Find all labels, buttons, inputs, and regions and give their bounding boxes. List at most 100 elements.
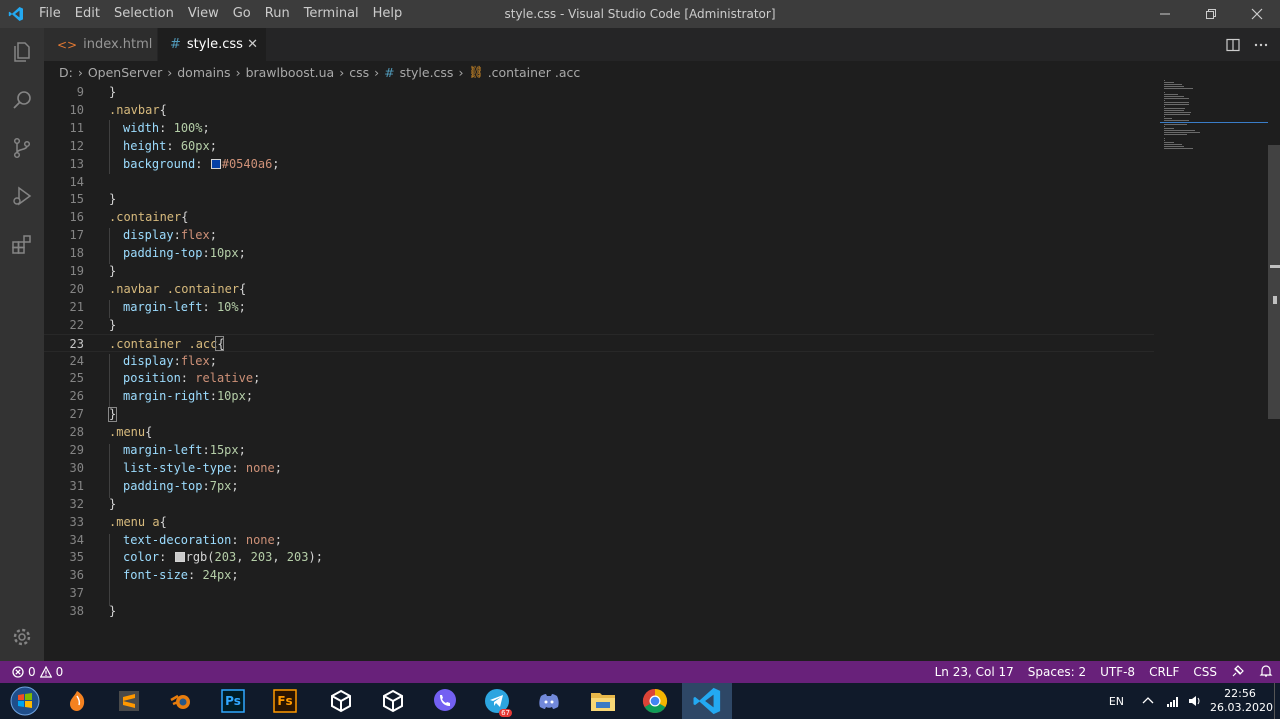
file-explorer-icon [591,693,615,711]
code-line[interactable]: 38} [44,602,1154,620]
input-language[interactable]: EN [1109,695,1124,708]
taskbar-discord[interactable] [524,683,574,719]
notifications-button[interactable] [1252,664,1280,681]
tab-close-icon[interactable]: ✕ [247,37,258,52]
explorer-button[interactable] [0,28,44,76]
menu-go[interactable]: Go [226,0,258,28]
problems-indicator[interactable]: 0 0 [0,665,63,679]
source-control-button[interactable] [0,124,44,172]
code-line[interactable]: 28 .menu{ [44,423,1154,441]
taskbar-file-explorer[interactable] [578,683,628,719]
line-number: 13 [69,156,84,171]
minimap-line [1164,142,1175,143]
breadcrumb-item[interactable]: OpenServer [88,65,162,80]
extensions-button[interactable] [0,220,44,268]
cursor-position[interactable]: Ln 23, Col 17 [928,665,1021,679]
menu-edit[interactable]: Edit [68,0,107,28]
clock-time: 22:56 [1224,687,1256,700]
color-swatch[interactable] [210,158,221,169]
code-line[interactable]: 17 display:flex; [44,226,1154,244]
code-line[interactable]: 37 [44,584,1154,602]
menu-view[interactable]: View [181,0,226,28]
menu-terminal[interactable]: Terminal [297,0,366,28]
more-actions-icon[interactable] [1254,38,1268,52]
volume-icon[interactable] [1188,694,1202,708]
code-line[interactable]: 23 .container .acc{ [44,333,1154,352]
color-swatch[interactable] [174,552,185,563]
taskbar-viber[interactable] [420,683,470,719]
taskbar-fl-studio[interactable] [52,683,102,719]
code-line[interactable]: 25 position: relative; [44,369,1154,387]
code-line[interactable]: 21 margin-left: 10%; [44,298,1154,316]
encoding[interactable]: UTF-8 [1093,665,1142,679]
code-editor[interactable]: 9} 10 .navbar{11 width: 100%; 12 height: 60px… [44,83,1280,661]
taskbar-clock[interactable]: 22:56 26.03.2020 [1210,687,1273,715]
line-number: 28 [69,425,84,440]
menu-help[interactable]: Help [366,0,410,28]
taskbar-vscode[interactable] [682,683,732,719]
language-mode[interactable]: CSS [1186,665,1224,679]
close-icon [1251,8,1263,20]
chevron-up-icon[interactable] [1142,695,1154,707]
menu-selection[interactable]: Selection [107,0,181,28]
start-button[interactable] [0,683,50,719]
code-line[interactable]: 13 background: #0540a6; [44,155,1154,173]
taskbar-blender[interactable] [156,683,206,719]
search-button[interactable] [0,76,44,124]
code-line[interactable]: 35 color: rgb(203, 203, 203); [44,548,1154,566]
vscode-icon [693,687,721,715]
minimize-button[interactable] [1142,0,1188,28]
minimap[interactable] [1160,80,1270,160]
code-line[interactable]: 31 padding-top:7px; [44,477,1154,495]
breadcrumb-item[interactable]: domains [177,65,230,80]
breadcrumb-symbol[interactable]: .container .acc [488,65,581,80]
code-line[interactable]: 18 padding-top:10px; [44,244,1154,262]
code-line[interactable]: 20 .navbar .container{ [44,280,1154,298]
taskbar-telegram[interactable]: 67 [472,683,522,719]
restore-button[interactable] [1188,0,1234,28]
manage-button[interactable] [0,613,44,661]
vertical-scrollbar[interactable] [1268,145,1280,419]
breadcrumb-item[interactable]: D: [59,65,73,80]
breadcrumb-item[interactable]: css [349,65,369,80]
end-of-line[interactable]: CRLF [1142,665,1186,679]
tweet-feedback-button[interactable] [1224,664,1252,681]
network-icon[interactable] [1166,694,1180,708]
code-line[interactable]: 10 .navbar{ [44,101,1154,119]
code-line[interactable]: 33 .menu a{ [44,513,1154,531]
run-debug-button[interactable] [0,172,44,220]
code-line[interactable]: 9} [44,83,1154,101]
code-line[interactable]: 22} [44,316,1154,334]
code-line[interactable]: 15} [44,190,1154,208]
taskbar-sublime-text[interactable] [104,683,154,719]
breadcrumb-item[interactable]: brawlboost.ua [246,65,335,80]
split-editor-icon[interactable] [1226,38,1240,52]
taskbar-unity[interactable] [316,683,366,719]
minimap-line [1164,128,1175,129]
indentation[interactable]: Spaces: 2 [1021,665,1093,679]
close-window-button[interactable] [1234,0,1280,28]
tab-style-css[interactable]: # style.css ✕ [158,28,266,61]
code-line[interactable]: 16 .container{ [44,208,1154,226]
taskbar-chrome[interactable] [630,683,680,719]
code-line[interactable]: 32} [44,495,1154,513]
code-line[interactable]: 30 list-style-type: none; [44,459,1154,477]
menu-file[interactable]: File [32,0,68,28]
taskbar-photoshop[interactable]: Ps [208,683,258,719]
code-line[interactable]: 19} [44,262,1154,280]
code-line[interactable]: 12 height: 60px; [44,137,1154,155]
code-line[interactable]: 27} [44,405,1154,423]
code-line[interactable]: 24 display:flex; [44,352,1154,370]
code-line[interactable]: 11 width: 100%; [44,119,1154,137]
tab-index-html[interactable]: <> index.html [44,28,157,61]
code-line[interactable]: 36 font-size: 24px; [44,566,1154,584]
menu-run[interactable]: Run [258,0,297,28]
show-desktop-button[interactable] [1274,683,1280,719]
taskbar-fuse[interactable]: Fs [260,683,310,719]
code-line[interactable]: 14 [44,173,1154,191]
code-line[interactable]: 34 text-decoration: none; [44,531,1154,549]
breadcrumb-file[interactable]: style.css [400,65,454,80]
taskbar-unity-hub[interactable] [368,683,418,719]
code-line[interactable]: 29 margin-left:15px; [44,441,1154,459]
code-line[interactable]: 26 margin-right:10px; [44,387,1154,405]
